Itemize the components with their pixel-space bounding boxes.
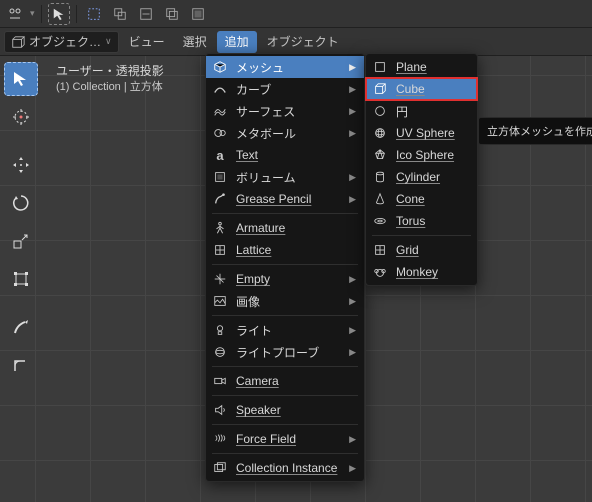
collection-icon — [212, 460, 228, 476]
mode-dropdown[interactable]: オブジェク… ∨ — [4, 31, 119, 53]
menu-item-speaker[interactable]: Speaker — [206, 399, 364, 421]
grease-pencil-icon — [212, 191, 228, 207]
menu-item-cube[interactable]: Cube — [366, 78, 477, 100]
viewport-projection-label: ユーザー・透視投影 — [56, 63, 164, 79]
select-invert-icon[interactable] — [187, 3, 209, 25]
menu-object[interactable]: オブジェクト — [259, 31, 347, 53]
curve-icon — [212, 81, 228, 97]
camera-icon — [212, 373, 228, 389]
menu-item-torus[interactable]: Torus — [366, 210, 477, 232]
menu-select[interactable]: 選択 — [175, 31, 215, 53]
tool-measure[interactable] — [4, 348, 38, 382]
cursor-tool-icon[interactable] — [48, 3, 70, 25]
menu-item-monkey[interactable]: Monkey — [366, 261, 477, 283]
menu-item-grid[interactable]: Grid — [366, 239, 477, 261]
viewport-collection-label: (1) Collection | 立方体 — [56, 79, 164, 95]
menu-item-cylinder[interactable]: Cylinder — [366, 166, 477, 188]
tool-annotate[interactable] — [4, 310, 38, 344]
menu-item-volume[interactable]: ボリューム ▶ — [206, 166, 364, 188]
menu-item-empty[interactable]: Empty ▶ — [206, 268, 364, 290]
force-field-icon — [212, 431, 228, 447]
cylinder-icon — [372, 169, 388, 185]
speaker-icon — [212, 402, 228, 418]
plane-icon — [372, 59, 388, 75]
menu-item-ico-sphere[interactable]: Ico Sphere — [366, 144, 477, 166]
select-extend-icon[interactable] — [109, 3, 131, 25]
object-mode-icon — [11, 35, 25, 49]
menu-item-curve[interactable]: カーブ ▶ — [206, 78, 364, 100]
monkey-icon — [372, 264, 388, 280]
add-menu: メッシュ ▶ カーブ ▶ サーフェス ▶ メタボール ▶ a Text ボリュー… — [205, 53, 365, 482]
mode-dropdown-label: オブジェク… — [29, 33, 101, 50]
menu-separator — [212, 213, 358, 214]
tool-rotate[interactable] — [4, 186, 38, 220]
lattice-icon — [212, 242, 228, 258]
tool-move[interactable] — [4, 148, 38, 182]
image-icon — [212, 293, 228, 309]
menu-item-collection-instance[interactable]: Collection Instance ▶ — [206, 457, 364, 479]
select-box-icon[interactable] — [83, 3, 105, 25]
viewport-info: ユーザー・透視投影 (1) Collection | 立方体 — [56, 63, 164, 95]
menu-item-mesh[interactable]: メッシュ ▶ — [206, 56, 364, 78]
tool-select-box[interactable] — [4, 62, 38, 96]
select-intersect-icon[interactable] — [161, 3, 183, 25]
empty-icon — [212, 271, 228, 287]
menu-item-cone[interactable]: Cone — [366, 188, 477, 210]
light-icon — [212, 322, 228, 338]
menu-item-image[interactable]: 画像 ▶ — [206, 290, 364, 312]
menu-item-surface[interactable]: サーフェス ▶ — [206, 100, 364, 122]
grid-icon — [372, 242, 388, 258]
tool-transform[interactable] — [4, 262, 38, 296]
menu-item-uv-sphere[interactable]: UV Sphere — [366, 122, 477, 144]
mesh-icon — [212, 59, 228, 75]
tooltip: 立方体メッシュを作成します. — [478, 117, 592, 145]
light-probe-icon — [212, 344, 228, 360]
header-menu: オブジェク… ∨ ビュー 選択 追加 オブジェクト — [0, 28, 592, 56]
metaball-icon — [212, 125, 228, 141]
torus-icon — [372, 213, 388, 229]
uv-sphere-icon — [372, 125, 388, 141]
menu-item-armature[interactable]: Armature — [206, 217, 364, 239]
ico-sphere-icon — [372, 147, 388, 163]
menu-view[interactable]: ビュー — [121, 31, 173, 53]
cone-icon — [372, 191, 388, 207]
armature-icon — [212, 220, 228, 236]
cube-icon — [372, 81, 388, 97]
menu-item-text[interactable]: a Text — [206, 144, 364, 166]
mode-toolbar: ▾ — [0, 0, 592, 28]
select-subtract-icon[interactable] — [135, 3, 157, 25]
mesh-submenu: Plane Cube 円 UV Sphere Ico Sphere Cylind… — [365, 53, 478, 286]
left-toolbar — [4, 62, 38, 382]
menu-item-light-probe[interactable]: ライトプローブ ▶ — [206, 341, 364, 363]
tool-cursor[interactable] — [4, 100, 38, 134]
circle-icon — [372, 103, 388, 119]
menu-item-plane[interactable]: Plane — [366, 56, 477, 78]
chevron-right-icon: ▶ — [349, 62, 356, 73]
text-icon: a — [212, 147, 228, 163]
interaction-mode-icon[interactable] — [4, 3, 26, 25]
menu-item-grease-pencil[interactable]: Grease Pencil ▶ — [206, 188, 364, 210]
menu-add[interactable]: 追加 — [217, 31, 257, 53]
tool-scale[interactable] — [4, 224, 38, 258]
menu-item-camera[interactable]: Camera — [206, 370, 364, 392]
menu-item-lattice[interactable]: Lattice — [206, 239, 364, 261]
menu-item-light[interactable]: ライト ▶ — [206, 319, 364, 341]
menu-item-force-field[interactable]: Force Field ▶ — [206, 428, 364, 450]
menu-item-metaball[interactable]: メタボール ▶ — [206, 122, 364, 144]
surface-icon — [212, 103, 228, 119]
volume-icon — [212, 169, 228, 185]
menu-item-circle[interactable]: 円 — [366, 100, 477, 122]
